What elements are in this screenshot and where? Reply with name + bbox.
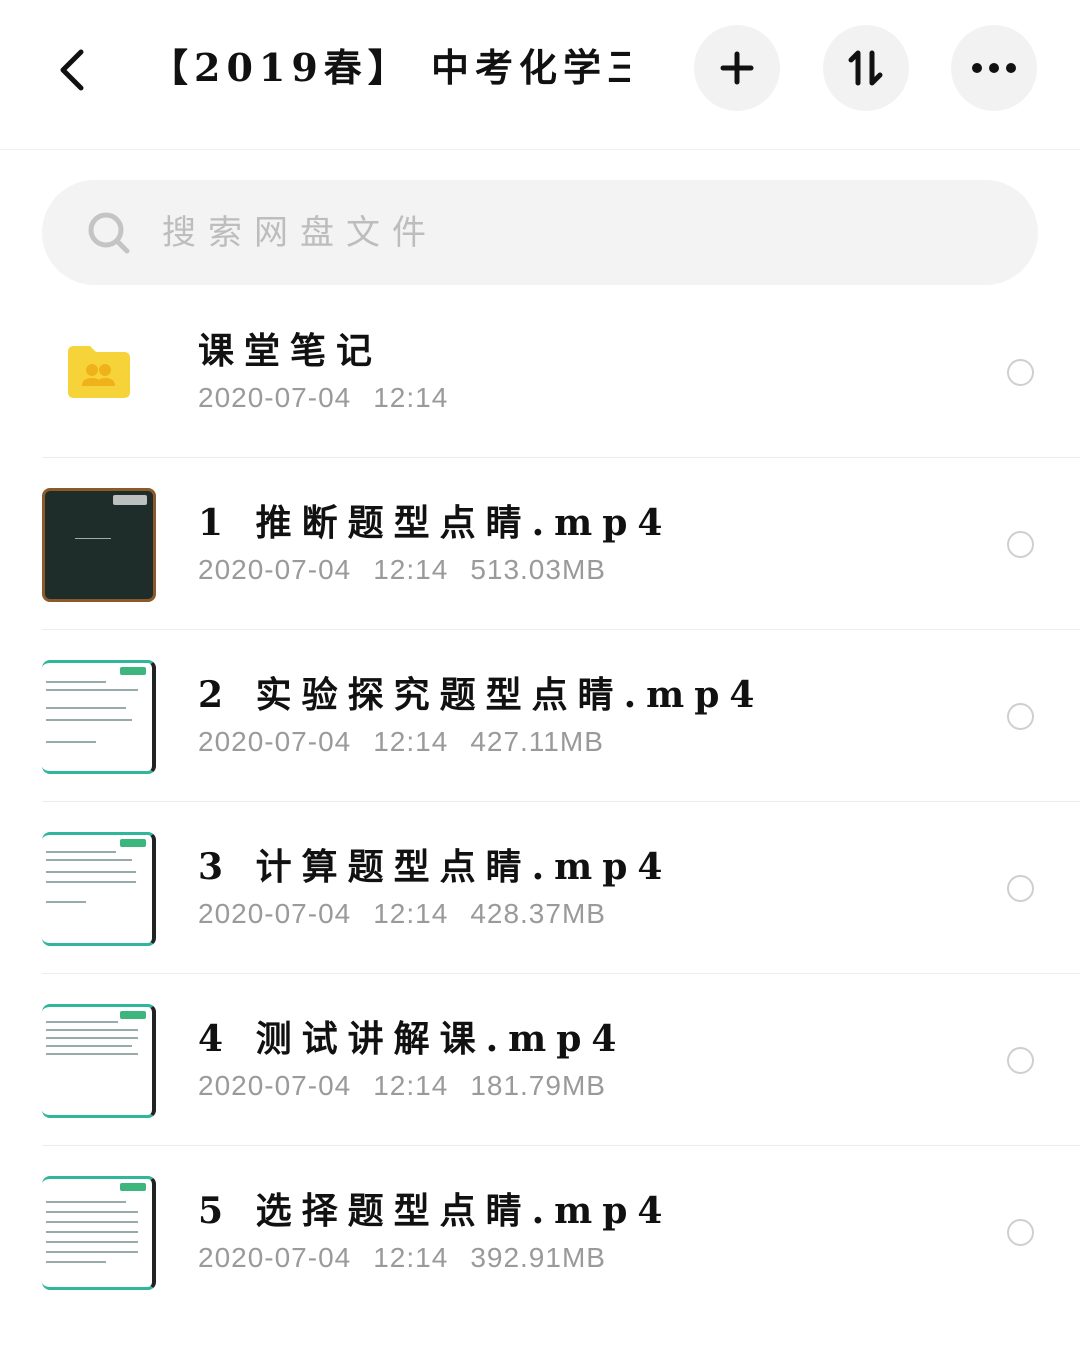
select-radio[interactable] <box>1007 875 1034 902</box>
search-icon <box>88 212 130 254</box>
add-button[interactable] <box>694 25 780 111</box>
select-radio[interactable] <box>1007 1047 1034 1074</box>
select-radio[interactable] <box>1007 531 1034 558</box>
file-time: 12:14 <box>373 1070 449 1101</box>
search-bar[interactable] <box>42 180 1038 285</box>
select-radio[interactable] <box>1007 1219 1034 1246</box>
plus-icon <box>720 51 754 85</box>
file-date: 2020-07-04 <box>198 726 352 757</box>
file-size: 428.37MB <box>470 898 606 929</box>
file-time: 12:14 <box>373 554 449 585</box>
shared-folder-icon <box>68 346 130 398</box>
file-time: 12:14 <box>373 1242 449 1273</box>
select-radio[interactable] <box>1007 703 1034 730</box>
file-date: 2020-07-04 <box>198 382 352 413</box>
file-meta: 2020-07-04 12:14 513.03MB <box>198 554 628 586</box>
brand-logo-icon <box>120 667 146 675</box>
file-name: 课堂笔记 <box>198 330 383 372</box>
list-item[interactable]: 课堂笔记 2020-07-04 12:14 <box>0 286 1080 458</box>
brand-logo-icon <box>120 1183 146 1191</box>
chalk-scribble <box>75 517 111 539</box>
brand-logo-icon <box>120 839 146 847</box>
file-size: 392.91MB <box>470 1242 606 1273</box>
file-size: 427.11MB <box>470 726 604 757</box>
file-meta: 2020-07-04 12:14 428.37MB <box>198 898 628 930</box>
folder-title: 【2019春】 中考化学三… <box>150 45 630 90</box>
file-name: 5 选择题型点睛.mp4 <box>198 1190 673 1232</box>
back-button[interactable] <box>48 42 96 98</box>
sort-icon <box>848 50 883 86</box>
file-name: 1 推断题型点睛.mp4 <box>198 502 673 544</box>
video-thumbnail <box>42 660 156 774</box>
file-name: 4 测试讲解课.mp4 <box>198 1018 627 1060</box>
search-input[interactable] <box>162 200 982 266</box>
file-time: 12:14 <box>373 382 449 413</box>
file-time: 12:14 <box>373 898 449 929</box>
video-thumbnail <box>42 1176 156 1290</box>
file-date: 2020-07-04 <box>198 554 352 585</box>
video-thumbnail <box>42 1004 156 1118</box>
video-thumbnail <box>42 832 156 946</box>
select-radio[interactable] <box>1007 359 1034 386</box>
file-time: 12:14 <box>373 726 449 757</box>
file-size: 513.03MB <box>470 554 606 585</box>
brand-logo-icon <box>120 1011 146 1019</box>
chevron-left-icon <box>60 49 84 91</box>
top-bar: 【2019春】 中考化学三… <box>0 0 1080 150</box>
file-date: 2020-07-04 <box>198 898 352 929</box>
file-meta: 2020-07-04 12:14 181.79MB <box>198 1070 628 1102</box>
list-item[interactable]: 4 测试讲解课.mp4 2020-07-04 12:14 181.79MB <box>0 974 1080 1146</box>
file-size: 181.79MB <box>470 1070 606 1101</box>
list-item[interactable]: 2 实验探究题型点睛.mp4 2020-07-04 12:14 427.11MB <box>0 630 1080 802</box>
file-date: 2020-07-04 <box>198 1070 352 1101</box>
video-thumbnail <box>42 488 156 602</box>
more-dots-icon <box>972 63 1016 73</box>
list-item[interactable]: 3 计算题型点睛.mp4 2020-07-04 12:14 428.37MB <box>0 802 1080 974</box>
more-button[interactable] <box>951 25 1037 111</box>
file-name: 3 计算题型点睛.mp4 <box>198 846 673 888</box>
file-meta: 2020-07-04 12:14 <box>198 382 470 414</box>
file-name: 2 实验探究题型点睛.mp4 <box>198 674 765 716</box>
file-list: 课堂笔记 2020-07-04 12:14 1 推断题型点睛.mp4 2020-0… <box>0 286 1080 1318</box>
file-date: 2020-07-04 <box>198 1242 352 1273</box>
file-meta: 2020-07-04 12:14 427.11MB <box>198 726 626 758</box>
file-meta: 2020-07-04 12:14 392.91MB <box>198 1242 628 1274</box>
list-item[interactable]: 1 推断题型点睛.mp4 2020-07-04 12:14 513.03MB <box>0 458 1080 630</box>
sort-button[interactable] <box>823 25 909 111</box>
brand-logo-icon <box>113 495 147 505</box>
list-item[interactable]: 5 选择题型点睛.mp4 2020-07-04 12:14 392.91MB <box>0 1146 1080 1318</box>
